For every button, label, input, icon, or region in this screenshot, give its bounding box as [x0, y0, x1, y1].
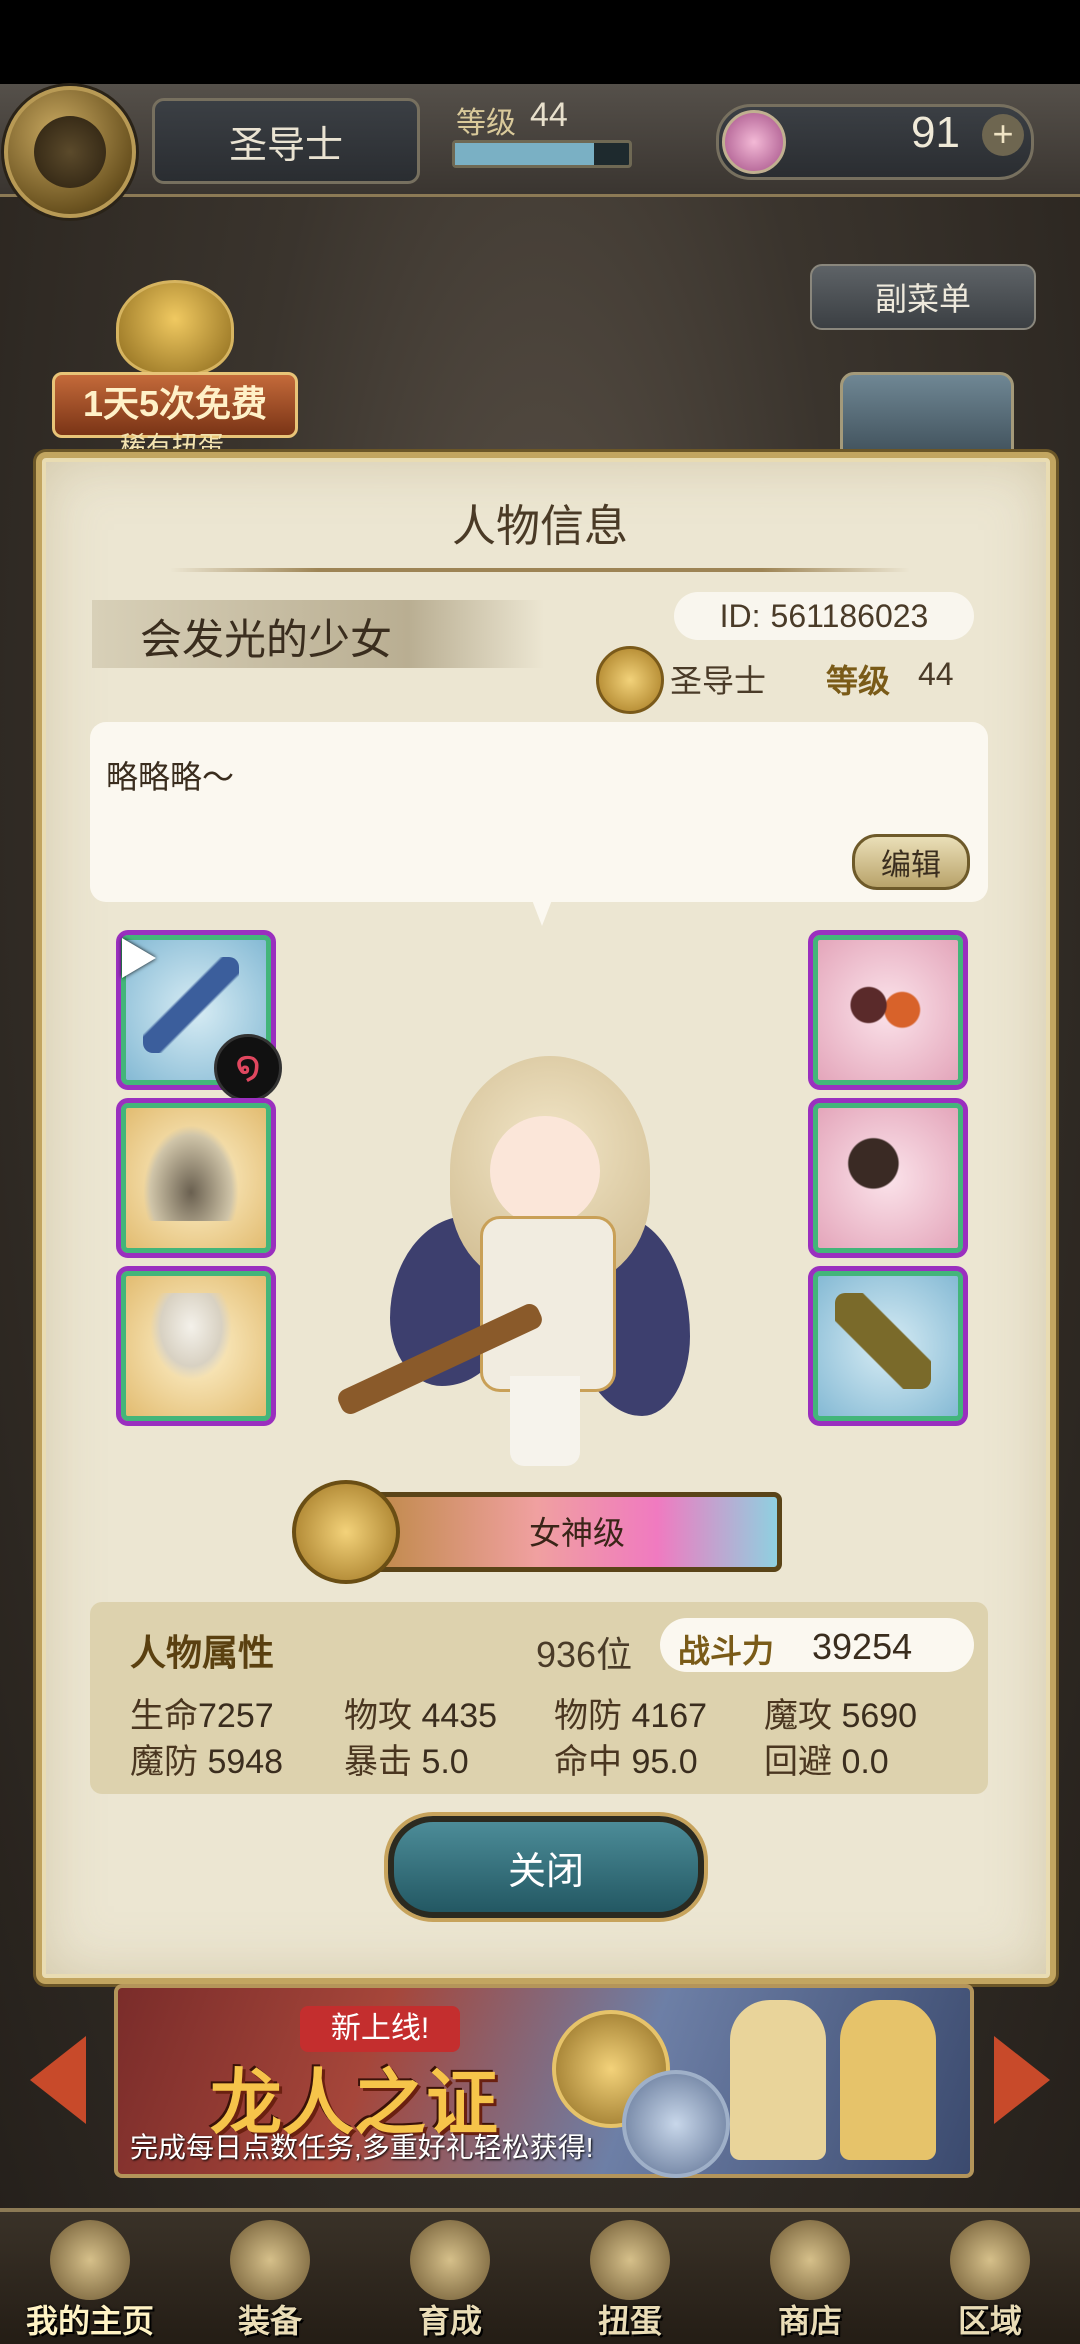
banner-subtitle: 完成每日点数任务,多重好礼轻松获得! — [130, 2132, 594, 2163]
submenu-button[interactable]: 副菜单 — [810, 264, 1036, 330]
player-title: 圣导士 — [152, 98, 420, 184]
helmet-icon — [230, 2220, 310, 2300]
rank-tier-bar: 女神级 — [292, 1480, 782, 1584]
horns-icon — [835, 957, 931, 1053]
equip-slot-head[interactable] — [808, 930, 968, 1090]
dialog-level-value: 44 — [918, 656, 954, 692]
status-bar — [0, 0, 1080, 84]
stat-evade: 回避 0.0 — [764, 1743, 889, 1781]
skirt-icon — [143, 1293, 239, 1389]
rank-position: 936位 — [536, 1634, 633, 1675]
nav-shop-label: 商店 — [777, 2303, 842, 2339]
equip-slot-armor[interactable] — [116, 1098, 276, 1258]
nav-gacha[interactable]: 扭蛋 — [540, 2212, 720, 2340]
power-label: 战斗力 — [678, 1633, 775, 1669]
claw-icon — [835, 1125, 931, 1221]
gacha-pot-icon — [116, 280, 234, 376]
nav-equipment[interactable]: 装备 — [180, 2212, 360, 2340]
free-gacha-badge[interactable]: 1天5次免费 稀有扭蛋 — [52, 276, 298, 461]
id-label: ID: — [719, 597, 761, 634]
rank-tier-label: 女神级 — [528, 1515, 625, 1551]
gacha-pot-icon — [590, 2220, 670, 2300]
silver-medal-icon — [622, 2070, 730, 2178]
nav-home[interactable]: 我的主页 — [0, 2212, 180, 2340]
play-icon[interactable] — [122, 938, 156, 978]
dark-element-icon: ໑ — [214, 1034, 282, 1102]
mace-icon — [143, 957, 239, 1053]
swords-icon — [410, 2220, 490, 2300]
dialog-level-label: 等级 — [826, 663, 891, 699]
nav-training-label: 育成 — [417, 2303, 482, 2339]
nav-training[interactable]: 育成 — [360, 2212, 540, 2340]
nav-region[interactable]: 区域 — [900, 2212, 1080, 2340]
player-name: 会发光的少女 — [140, 616, 393, 663]
globe-icon — [950, 2220, 1030, 2300]
nav-region-label: 区域 — [957, 2303, 1022, 2339]
character-sprite — [330, 1046, 730, 1466]
nav-equipment-label: 装备 — [237, 2303, 302, 2339]
robe-icon — [143, 1125, 239, 1221]
banner-character-2 — [840, 2000, 936, 2160]
comment-text: 略略略〜 — [106, 759, 235, 795]
shop-icon — [770, 2220, 850, 2300]
title-divider — [170, 568, 910, 572]
stat-hit: 命中 95.0 — [554, 1743, 698, 1781]
add-gems-button[interactable]: + — [982, 114, 1024, 156]
class-name: 圣导士 — [670, 663, 767, 699]
stat-hp: 生命7257 — [130, 1697, 274, 1735]
power-value: 39254 — [812, 1626, 913, 1667]
banner-prev-arrow-icon[interactable] — [30, 2036, 86, 2124]
level-label: 等级 — [456, 107, 516, 140]
charm-icon — [835, 1293, 931, 1389]
equip-slot-legs[interactable] — [116, 1266, 276, 1426]
player-id: ID: 561186023 — [674, 592, 974, 640]
class-emblem-icon[interactable] — [4, 86, 136, 218]
exp-progress-bar — [452, 140, 632, 168]
close-button[interactable]: 关闭 — [388, 1816, 704, 1918]
stat-phys-atk: 物攻 4435 — [344, 1697, 498, 1735]
equip-slot-accessory[interactable] — [808, 1266, 968, 1426]
stat-crit: 暴击 5.0 — [344, 1743, 469, 1781]
stat-mag-def: 魔防 5948 — [130, 1743, 284, 1781]
edit-button[interactable]: 编辑 — [852, 834, 970, 890]
level-value: 44 — [530, 96, 568, 134]
banner-character-1 — [730, 2000, 826, 2160]
id-value: 561186023 — [770, 597, 929, 634]
stat-mag-atk: 魔攻 5690 — [764, 1697, 918, 1735]
stat-phys-def: 物防 4167 — [554, 1697, 708, 1735]
class-icon — [596, 646, 664, 714]
nav-shop[interactable]: 商店 — [720, 2212, 900, 2340]
banner-next-arrow-icon[interactable] — [994, 2036, 1050, 2124]
attributes-title: 人物属性 — [130, 1632, 275, 1673]
nav-home-label: 我的主页 — [25, 2303, 154, 2339]
nav-gacha-label: 扭蛋 — [597, 2303, 662, 2339]
dialog-title: 人物信息 — [452, 502, 628, 551]
gem-icon — [722, 110, 786, 174]
gem-amount: 91 — [911, 108, 960, 157]
equip-slot-hands[interactable] — [808, 1098, 968, 1258]
bubble-tail — [532, 900, 552, 926]
scroll-icon — [50, 2220, 130, 2300]
